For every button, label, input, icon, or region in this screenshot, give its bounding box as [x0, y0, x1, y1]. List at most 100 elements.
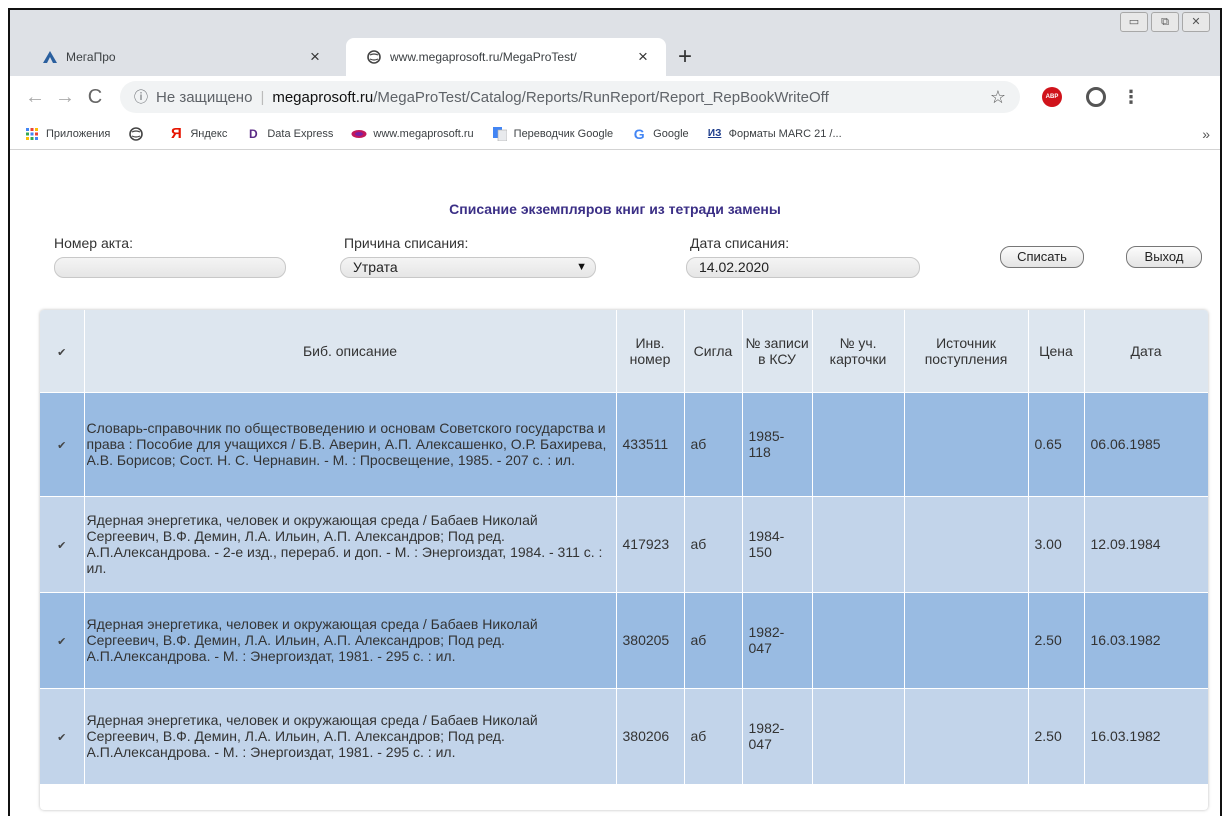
header-price[interactable]: Цена [1028, 310, 1085, 392]
bookmark-yandex[interactable]: Я Яндекс [168, 125, 228, 142]
cell-price: 3.00 [1028, 495, 1085, 592]
cell-date: 16.03.1982 [1084, 591, 1208, 688]
bookmark-label: Приложения [46, 127, 111, 140]
cell-source [904, 591, 1029, 688]
close-window-button[interactable]: ✕ [1182, 12, 1210, 32]
bookmarks-overflow-icon[interactable]: » [1202, 126, 1210, 142]
apps-grid-icon [24, 126, 40, 142]
menu-dots-icon[interactable]: ⋮ [1122, 87, 1140, 108]
address-bar[interactable]: ⓘ Не защищено | megaprosoft.ru/MegaProTe… [120, 81, 1020, 113]
header-ksu[interactable]: № записи в КСУ [742, 310, 813, 392]
maximize-button[interactable]: ⧉ [1151, 12, 1179, 32]
cell-card [812, 687, 905, 784]
cell-price: 2.50 [1028, 687, 1085, 784]
bookmark-marc21[interactable]: ИЗ Форматы MARC 21 /... [707, 126, 842, 142]
adblock-icon[interactable]: ABP [1042, 87, 1062, 107]
cell-card [812, 591, 905, 688]
profile-avatar-icon[interactable] [1086, 87, 1106, 107]
row-checkbox[interactable]: ✔ [40, 495, 85, 592]
cell-price: 2.50 [1028, 591, 1085, 688]
cell-inv: 433511 [616, 391, 685, 496]
write-off-table: ✔ Биб. описание Инв. номер Сигла № запис… [40, 310, 1208, 810]
bookmark-data-express[interactable]: D Data Express [245, 126, 333, 142]
cell-sigla: аб [684, 495, 743, 592]
bookmark-label: Переводчик Google [513, 127, 614, 140]
bookmark-google[interactable]: G Google [631, 125, 689, 142]
cell-source [904, 495, 1029, 592]
cell-inv: 380206 [616, 687, 685, 784]
tab-label: МегаПро [66, 50, 116, 64]
reload-icon[interactable]: C [80, 86, 110, 109]
header-sigla[interactable]: Сигла [684, 310, 743, 392]
cell-ksu: 1982-047 [742, 687, 813, 784]
data-express-icon: D [249, 126, 258, 141]
cell-price: 0.65 [1028, 391, 1085, 496]
tab-megaprosoft[interactable]: www.megaprosoft.ru/MegaProTest/ × [346, 38, 666, 76]
cell-date: 12.09.1984 [1084, 495, 1208, 592]
tab-label: www.megaprosoft.ru/MegaProTest/ [390, 50, 577, 64]
table-row[interactable]: ✔ Ядерная энергетика, человек и окружающ… [40, 687, 1208, 784]
row-checkbox[interactable]: ✔ [40, 591, 85, 688]
bookmark-label: Форматы MARC 21 /... [728, 127, 842, 140]
table-row[interactable]: ✔ Ядерная энергетика, человек и окружающ… [40, 591, 1208, 688]
header-date[interactable]: Дата [1084, 310, 1208, 392]
cell-desc: Словарь-справочник по обществоведению и … [84, 391, 617, 496]
url-path: /MegaProTest/Catalog/Reports/RunReport/R… [373, 88, 829, 106]
date-input[interactable]: 14.02.2020 [686, 257, 920, 278]
bookmark-star-icon[interactable]: ☆ [990, 87, 1006, 108]
act-number-label: Номер акта: [54, 235, 133, 251]
row-checkbox[interactable]: ✔ [40, 687, 85, 784]
close-tab-icon[interactable]: × [304, 47, 326, 67]
globe-icon [128, 126, 144, 142]
date-label: Дата списания: [690, 235, 790, 251]
google-translate-icon [492, 126, 508, 142]
select-all-checkbox[interactable]: ✔ [40, 310, 85, 392]
cell-sigla: аб [684, 687, 743, 784]
bookmark-google-translate[interactable]: Переводчик Google [492, 126, 614, 142]
tab-bar: МегаПро × www.megaprosoft.ru/MegaProTest… [10, 10, 1220, 76]
browser-window: МегаПро × www.megaprosoft.ru/MegaProTest… [8, 8, 1222, 816]
cell-ksu: 1984-150 [742, 495, 813, 592]
back-arrow-icon[interactable]: ← [20, 86, 50, 109]
cell-desc: Ядерная энергетика, человек и окружающая… [84, 495, 617, 592]
bookmark-megaprosoft[interactable]: www.megaprosoft.ru [351, 126, 474, 142]
google-icon: G [633, 125, 645, 142]
dropdown-arrow-icon: ▼ [576, 261, 587, 273]
tab-megapro[interactable]: МегаПро × [20, 38, 338, 76]
report-title: Списание экземпляров книг из тетради зам… [449, 201, 781, 217]
info-icon[interactable]: ⓘ [134, 87, 148, 107]
minimize-button[interactable]: ▭ [1120, 12, 1148, 32]
reason-selected-value: Утрата [353, 259, 398, 275]
cell-card [812, 391, 905, 496]
row-checkbox[interactable]: ✔ [40, 391, 85, 496]
reason-select[interactable]: Утрата ▼ [340, 257, 596, 278]
megapro-logo-icon [42, 49, 58, 65]
cell-source [904, 687, 1029, 784]
header-source[interactable]: Источник поступления [904, 310, 1029, 392]
yandex-icon: Я [170, 125, 182, 142]
cell-source [904, 391, 1029, 496]
header-inv[interactable]: Инв. номер [616, 310, 685, 392]
table-row[interactable]: ✔ Ядерная энергетика, человек и окружающ… [40, 495, 1208, 592]
act-number-input[interactable] [54, 257, 286, 278]
new-tab-button[interactable]: + [678, 44, 692, 70]
url-host: megaprosoft.ru [272, 88, 374, 106]
cell-desc: Ядерная энергетика, человек и окружающая… [84, 591, 617, 688]
bookmark-label: Google [653, 127, 689, 140]
browser-toolbar: ← → C ⓘ Не защищено | megaprosoft.ru/Meg… [10, 76, 1220, 118]
bookmark-globe[interactable] [128, 126, 150, 142]
forward-arrow-icon[interactable]: → [50, 86, 80, 109]
table-row[interactable]: ✔ Словарь-справочник по обществоведению … [40, 391, 1208, 496]
cell-ksu: 1985-118 [742, 391, 813, 496]
header-desc[interactable]: Биб. описание [84, 310, 617, 392]
cell-card [812, 495, 905, 592]
exit-button[interactable]: Выход [1126, 246, 1202, 268]
cell-sigla: аб [684, 391, 743, 496]
header-card[interactable]: № уч. карточки [812, 310, 905, 392]
bookmark-label: Яндекс [190, 127, 228, 140]
megaprosoft-icon [351, 126, 367, 142]
bookmark-apps[interactable]: Приложения [24, 126, 110, 142]
close-tab-icon[interactable]: × [632, 47, 654, 67]
marc-icon: ИЗ [707, 128, 722, 139]
write-off-button[interactable]: Списать [1000, 246, 1084, 268]
